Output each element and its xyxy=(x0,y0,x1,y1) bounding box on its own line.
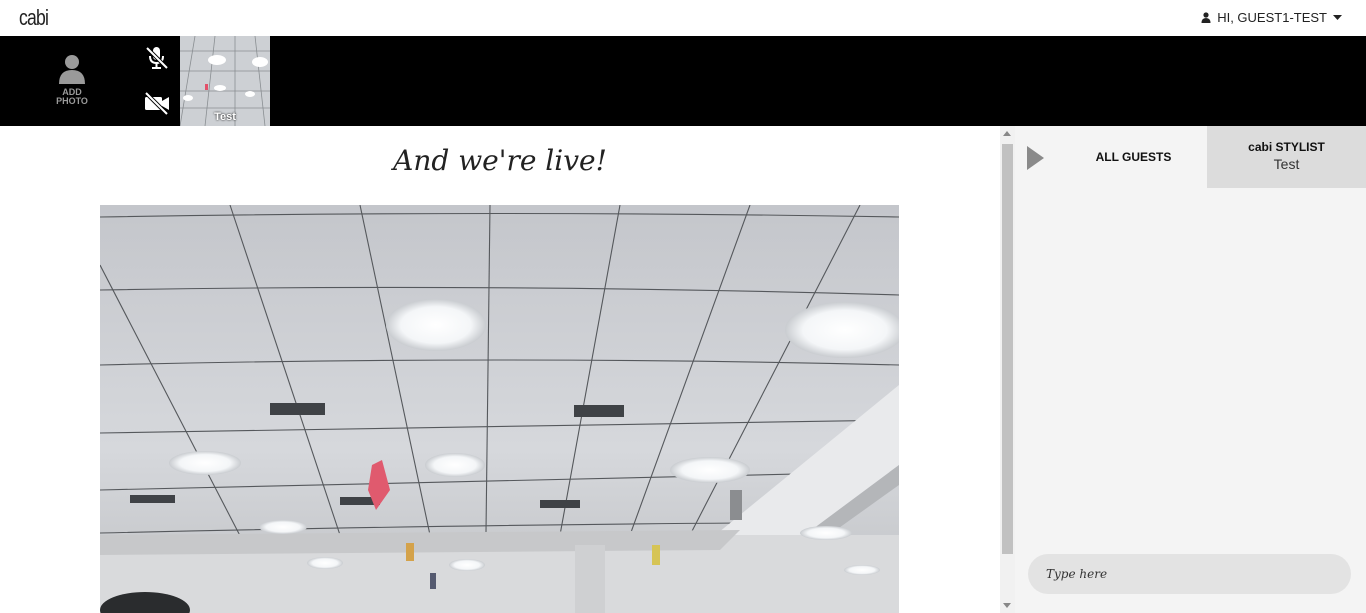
scroll-thumb[interactable] xyxy=(1002,144,1013,554)
collapse-panel-icon[interactable] xyxy=(1027,146,1044,170)
participant-thumbnail[interactable]: Test xyxy=(180,36,270,126)
main-scrollbar[interactable] xyxy=(1000,126,1015,613)
user-greeting: HI, GUEST1-TEST xyxy=(1217,10,1327,25)
tab-all-guests[interactable]: ALL GUESTS xyxy=(1060,126,1207,188)
live-video[interactable] xyxy=(100,205,899,613)
video-frame xyxy=(100,205,899,613)
camera-off-icon xyxy=(144,91,169,116)
page-title: And we're live! xyxy=(393,144,607,177)
chat-message-input[interactable] xyxy=(1028,554,1351,594)
tab-stylist-title: cabi STYLIST xyxy=(1248,140,1325,154)
user-icon xyxy=(1201,12,1211,23)
chat-tabs: ALL GUESTS cabi STYLIST Test xyxy=(1015,126,1366,188)
add-photo-label-line2: PHOTO xyxy=(56,96,88,106)
scroll-up-arrow[interactable] xyxy=(1003,131,1011,136)
avatar-placeholder-icon xyxy=(59,55,85,84)
tab-cabi-stylist[interactable]: cabi STYLIST Test xyxy=(1207,126,1366,188)
add-photo-button[interactable]: ADD PHOTO xyxy=(40,54,104,106)
user-menu[interactable]: HI, GUEST1-TEST xyxy=(1201,10,1342,25)
top-bar: cabi HI, GUEST1-TEST xyxy=(0,0,1366,36)
main-stage: And we're live! xyxy=(0,126,1000,613)
tab-stylist-name: Test xyxy=(1273,156,1300,172)
participant-strip: ADD PHOTO Test xyxy=(0,36,1366,126)
chat-panel: ALL GUESTS cabi STYLIST Test xyxy=(1015,126,1366,613)
cabi-logo[interactable]: cabi xyxy=(19,5,49,31)
scroll-down-arrow[interactable] xyxy=(1003,603,1011,608)
caret-down-icon xyxy=(1333,14,1342,20)
participant-name: Test xyxy=(214,111,236,123)
mute-mic-button[interactable] xyxy=(143,46,171,70)
camera-toggle-button[interactable] xyxy=(143,91,171,116)
mic-muted-icon xyxy=(145,46,169,70)
